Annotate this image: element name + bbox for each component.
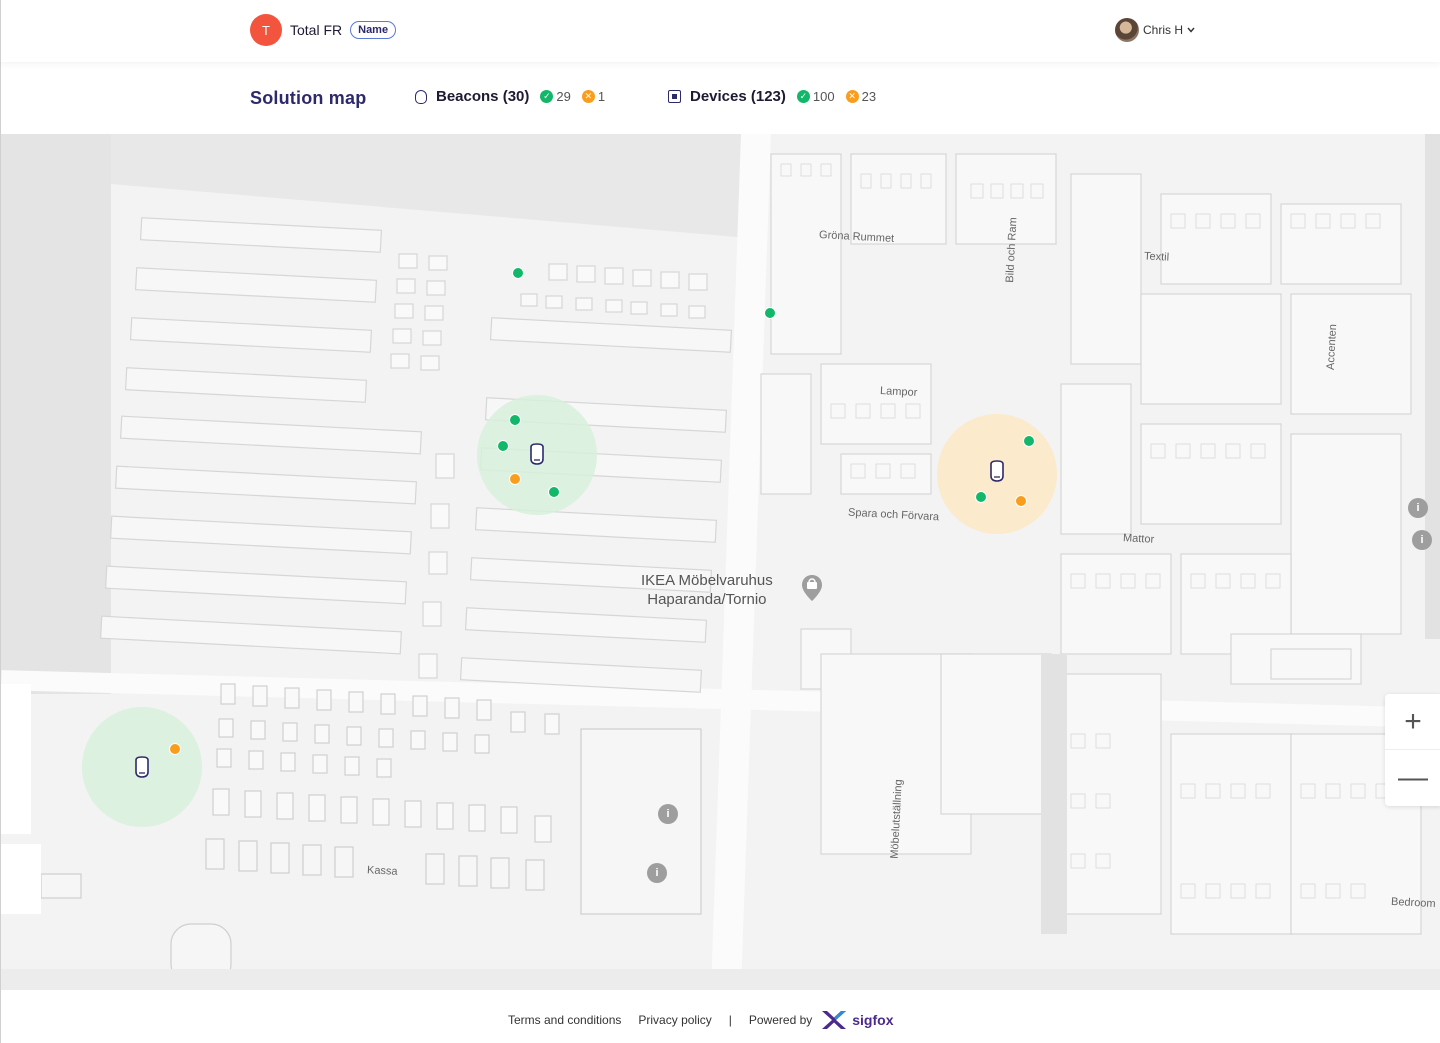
device-marker[interactable] [509, 473, 521, 485]
user-menu[interactable]: Chris H [1115, 18, 1195, 42]
zoom-control: + — [1385, 694, 1440, 806]
device-marker[interactable] [764, 307, 776, 319]
devices-warn-count: ✕ 23 [845, 89, 876, 104]
device-marker[interactable] [497, 440, 509, 452]
store-pin-icon[interactable] [801, 574, 823, 602]
org-switcher[interactable]: T Total FR Name [250, 14, 397, 46]
beacons-label: Beacons (30) [436, 88, 530, 105]
top-header: T Total FR Name Chris H [0, 0, 1440, 62]
info-icon[interactable]: i [647, 863, 667, 883]
devices-filter[interactable]: Devices (123) ✓ 100 ✕ 23 [668, 88, 876, 105]
device-marker[interactable] [169, 743, 181, 755]
privacy-link[interactable]: Privacy policy [638, 1013, 711, 1027]
org-badge: Name [350, 21, 397, 39]
area-label: Lampor [879, 385, 918, 399]
area-label: Accenten [1324, 323, 1340, 371]
device-marker[interactable] [1023, 435, 1035, 447]
beacons-ok-count: ✓ 29 [540, 89, 571, 104]
floor-plan [1, 134, 1440, 990]
avatar [1115, 18, 1139, 42]
check-icon: ✓ [540, 90, 554, 103]
zoom-in-button[interactable]: + [1385, 694, 1440, 750]
info-icon[interactable]: i [658, 804, 678, 824]
check-icon: ✓ [796, 90, 810, 103]
devices-label: Devices (123) [690, 88, 786, 105]
terms-link[interactable]: Terms and conditions [508, 1013, 621, 1027]
devices-ok-count: ✓ 100 [796, 89, 835, 104]
beacons-warn-count: ✕ 1 [581, 89, 605, 104]
info-icon[interactable]: i [1408, 498, 1428, 518]
zoom-out-button[interactable]: — [1385, 750, 1440, 806]
page-title: Solution map [250, 88, 367, 108]
beacon-icon[interactable] [133, 756, 151, 778]
beacon-icon [415, 89, 427, 104]
footer: Terms and conditions Privacy policy | Po… [0, 990, 1440, 1043]
device-marker[interactable] [548, 486, 560, 498]
device-marker[interactable] [975, 491, 987, 503]
warning-icon: ✕ [845, 90, 859, 103]
org-avatar: T [250, 14, 282, 46]
sigfox-logo[interactable]: sigfox [820, 1009, 893, 1031]
device-marker[interactable] [1015, 495, 1027, 507]
area-label: Textil [1143, 250, 1170, 264]
device-marker[interactable] [509, 414, 521, 426]
store-label: IKEA Möbelvaruhus Haparanda/Tornio [641, 572, 773, 608]
beacon-icon[interactable] [528, 443, 546, 465]
footer-separator: | [728, 1013, 732, 1027]
powered-by: Powered by sigfox [748, 1009, 893, 1031]
beacon-icon[interactable] [988, 460, 1006, 482]
area-label: Mattor [1122, 532, 1155, 546]
org-name: Total FR [290, 22, 343, 38]
beacons-filter[interactable]: Beacons (30) ✓ 29 ✕ 1 [415, 88, 605, 105]
warning-icon: ✕ [581, 90, 595, 103]
solution-map[interactable]: Gröna Rummet Bild och Ram Textil Accente… [0, 134, 1440, 990]
area-label: Bedroom [1390, 895, 1436, 911]
chevron-down-icon [1187, 25, 1195, 36]
device-marker[interactable] [512, 267, 524, 279]
info-icon[interactable]: i [1412, 530, 1432, 550]
powered-by-label: Powered by [748, 1013, 813, 1027]
sigfox-icon [822, 1011, 847, 1029]
user-name: Chris H [1143, 23, 1184, 37]
area-label: Kassa [366, 864, 398, 878]
device-icon [668, 90, 681, 103]
sub-header: Solution map Beacons (30) ✓ 29 ✕ 1 Devic… [0, 62, 1440, 134]
